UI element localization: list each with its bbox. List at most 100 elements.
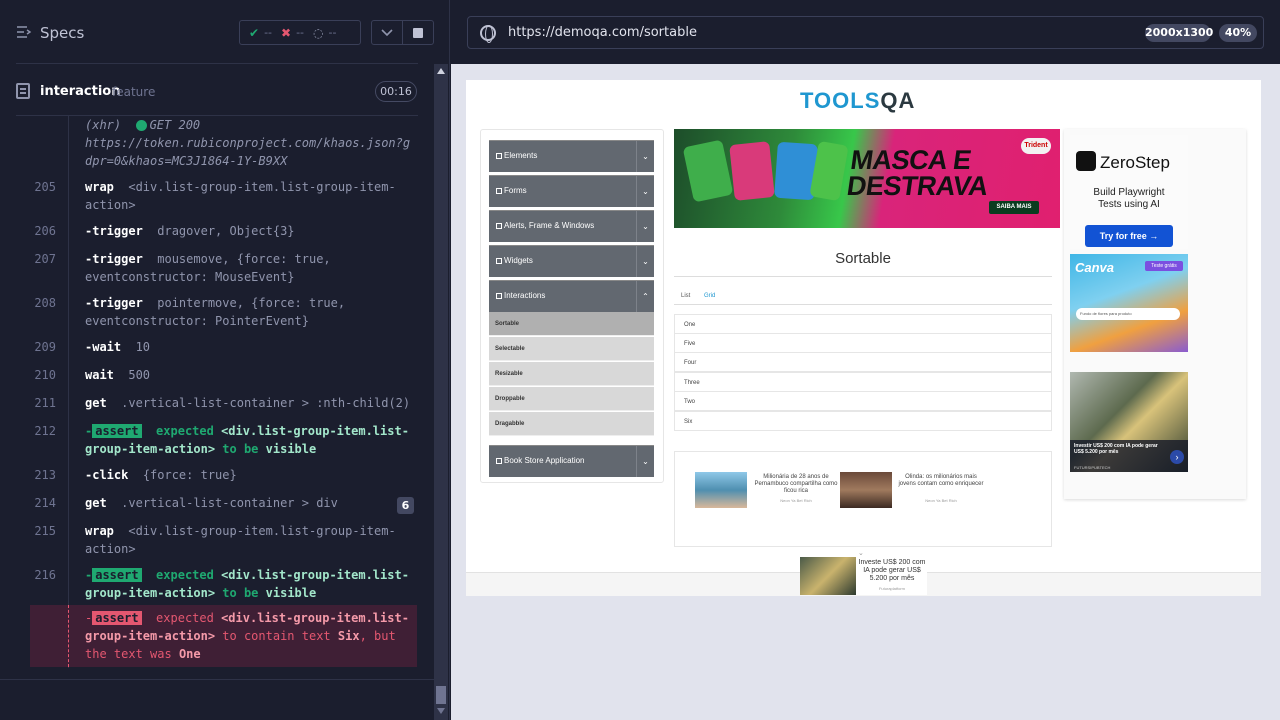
url-text[interactable]: https://demoqa.com/sortable (508, 25, 697, 40)
chevron-down-icon[interactable]: ⌄ (858, 549, 864, 557)
assert-badge: assert (92, 568, 142, 582)
command-row-211[interactable]: 211 get .vertical-list-container > :nth-… (30, 394, 417, 412)
ad-image (800, 557, 856, 595)
scroll-down-icon[interactable] (437, 708, 445, 714)
specs-title[interactable]: Specs (40, 24, 84, 42)
page-title: Sortable (835, 250, 891, 267)
nav-item-droppable[interactable]: Droppable (489, 387, 654, 411)
specs-header: Specs ✔ -- ✖ -- ◌ -- (0, 0, 450, 64)
chevron-down-icon: ⌄ (636, 211, 654, 242)
command-row-xhr[interactable]: (xhr) GET 200 https://token.rubiconproje… (30, 116, 417, 170)
nav-group-forms[interactable]: Forms ⌄ (489, 175, 654, 207)
command-row-206[interactable]: 206 -trigger dragover, Object{3} (30, 222, 417, 240)
widgets-icon (496, 258, 502, 264)
passed-stat: ✔ -- (249, 25, 273, 40)
zerostep-ad[interactable]: ZeroStep Build Playwright Tests using AI… (1070, 135, 1188, 249)
chevron-down-icon: ⌄ (636, 176, 654, 207)
scrollbar-thumb[interactable] (436, 686, 446, 704)
cypress-runner: Specs ✔ -- ✖ -- ◌ -- interaction feature 00… (0, 0, 1280, 720)
interaction-icon (496, 293, 502, 299)
list-item[interactable]: Two (674, 391, 1052, 411)
nav-item-selectable[interactable]: Selectable (489, 337, 654, 361)
assert-badge: assert (92, 611, 142, 625)
tab-grid[interactable]: Grid (704, 293, 715, 299)
list-item[interactable]: Five (674, 333, 1052, 353)
ad-cta-button[interactable]: SAIBA MAIS (989, 201, 1039, 214)
assert-badge: assert (92, 424, 142, 438)
command-log-scrollbar[interactable] (434, 64, 448, 720)
nav-group-elements[interactable]: Elements ⌄ (489, 140, 654, 172)
run-stats: ✔ -- ✖ -- ◌ -- (239, 20, 361, 45)
fail-gutter-line (68, 605, 69, 667)
element-count-badge: 6 (397, 497, 414, 514)
command-row-210[interactable]: 210 wait 500 (30, 366, 417, 384)
sortable-tabs: List Grid (674, 289, 1052, 305)
article-card[interactable]: Milionária de 28 anos de Pernambuco comp… (695, 472, 845, 508)
command-row-205[interactable]: 205 wrap <div.list-group-item.list-group… (30, 178, 417, 214)
divider (674, 276, 1052, 277)
reporter-panel: Specs ✔ -- ✖ -- ◌ -- interaction feature 00… (0, 0, 450, 720)
ad-headline: MASCA E DESTRAVA (845, 145, 990, 201)
spec-name[interactable]: interaction (40, 84, 121, 99)
command-row-216[interactable]: 216 - assert expected <div.list-group-ite… (30, 566, 417, 602)
article-card[interactable]: Olinda: os milionários mais jovens conta… (840, 472, 990, 508)
url-header: https://demoqa.com/sortable 2000x1300 40… (451, 0, 1280, 64)
specs-list-icon[interactable] (16, 25, 32, 39)
canva-ad[interactable]: Canva Teste grátis Fundo de flores para … (1070, 254, 1188, 352)
chevron-down-icon (381, 28, 393, 36)
list-item[interactable]: Four (674, 352, 1052, 372)
window-icon (496, 223, 502, 229)
nav-group-alerts[interactable]: Alerts, Frame & Windows ⌄ (489, 210, 654, 242)
xhr-url: https://token.rubiconproject.com/khaos.j… (85, 136, 411, 168)
sponsored-articles: Milionária de 28 anos de Pernambuco comp… (674, 451, 1052, 547)
command-row-208[interactable]: 208 -trigger pointermove, {force: true, … (30, 294, 417, 330)
tab-list[interactable]: List (681, 293, 690, 299)
command-row-217-failed[interactable]: 217 -assert expected <div.list-group-ite… (30, 605, 417, 667)
nav-item-resizable[interactable]: Resizable (489, 362, 654, 386)
nav-group-widgets[interactable]: Widgets ⌄ (489, 245, 654, 277)
command-row-212[interactable]: 212 - assert expected <div.list-group-ite… (30, 422, 417, 458)
chevron-right-icon[interactable]: › (1170, 450, 1184, 464)
investment-ad[interactable]: Investir US$ 200 com IA pode gerar US$ 5… (1070, 372, 1188, 472)
try-for-free-button[interactable]: Try for free → (1085, 225, 1173, 247)
globe-icon (480, 25, 496, 43)
nav-group-bookstore[interactable]: Book Store Application ⌄ (489, 445, 654, 477)
canva-search-box: Fundo de flores para produto (1076, 308, 1180, 320)
divider (16, 63, 418, 64)
ad-brand-logo: Trident (1021, 138, 1051, 154)
zoom-badge[interactable]: 40% (1219, 24, 1257, 42)
chevron-down-icon: ⌄ (636, 141, 654, 172)
command-row-209[interactable]: 209 -wait 10 (30, 338, 417, 356)
toolsqa-logo[interactable]: TOOLSQA (800, 88, 915, 114)
ad-banner[interactable]: MASCA E DESTRAVA SAIBA MAIS Trident (674, 129, 1060, 228)
canva-trial-button[interactable]: Teste grátis (1145, 261, 1183, 271)
article-image (695, 472, 747, 508)
nav-item-dragabble[interactable]: Dragabble (489, 412, 654, 436)
zerostep-logo: ZeroStep (1076, 151, 1170, 173)
form-icon (496, 188, 502, 194)
list-item[interactable]: Six (674, 411, 1052, 431)
floating-ad[interactable]: Investe US$ 200 com IA pode gerar US$ 5.… (800, 557, 927, 595)
app-iframe: TOOLSQA Elements ⌄ Forms ⌄ Alerts, Frame &… (466, 80, 1261, 596)
toggle-auto-scroll-button[interactable] (371, 20, 403, 45)
command-row-207[interactable]: 207 -trigger mousemove, {force: true, ev… (30, 250, 417, 286)
divider (0, 679, 434, 680)
scroll-up-icon[interactable] (437, 68, 445, 74)
viewport-size-badge[interactable]: 2000x1300 (1145, 24, 1213, 42)
list-item[interactable]: One (674, 314, 1052, 334)
file-icon (16, 83, 30, 99)
left-nav: Elements ⌄ Forms ⌄ Alerts, Frame & Windows… (480, 129, 664, 483)
command-row-215[interactable]: 215 wrap <div.list-group-item.list-group… (30, 522, 417, 558)
chevron-down-icon: ⌄ (636, 246, 654, 277)
list-item[interactable]: Three (674, 372, 1052, 392)
spec-kind: feature (112, 85, 156, 99)
url-bar[interactable]: https://demoqa.com/sortable 2000x1300 40… (467, 16, 1264, 49)
stop-icon (413, 27, 423, 38)
command-row-213[interactable]: 213 -click {force: true} (30, 466, 417, 484)
failed-stat: ✖ -- (281, 25, 305, 40)
stop-button[interactable] (402, 20, 434, 45)
command-row-214[interactable]: 214 get .vertical-list-container > div 6 (30, 494, 417, 514)
nav-group-interactions[interactable]: Interactions ⌃ (489, 280, 654, 312)
nav-item-sortable[interactable]: Sortable (489, 312, 654, 336)
app-under-test-panel: https://demoqa.com/sortable 2000x1300 40… (451, 0, 1280, 720)
